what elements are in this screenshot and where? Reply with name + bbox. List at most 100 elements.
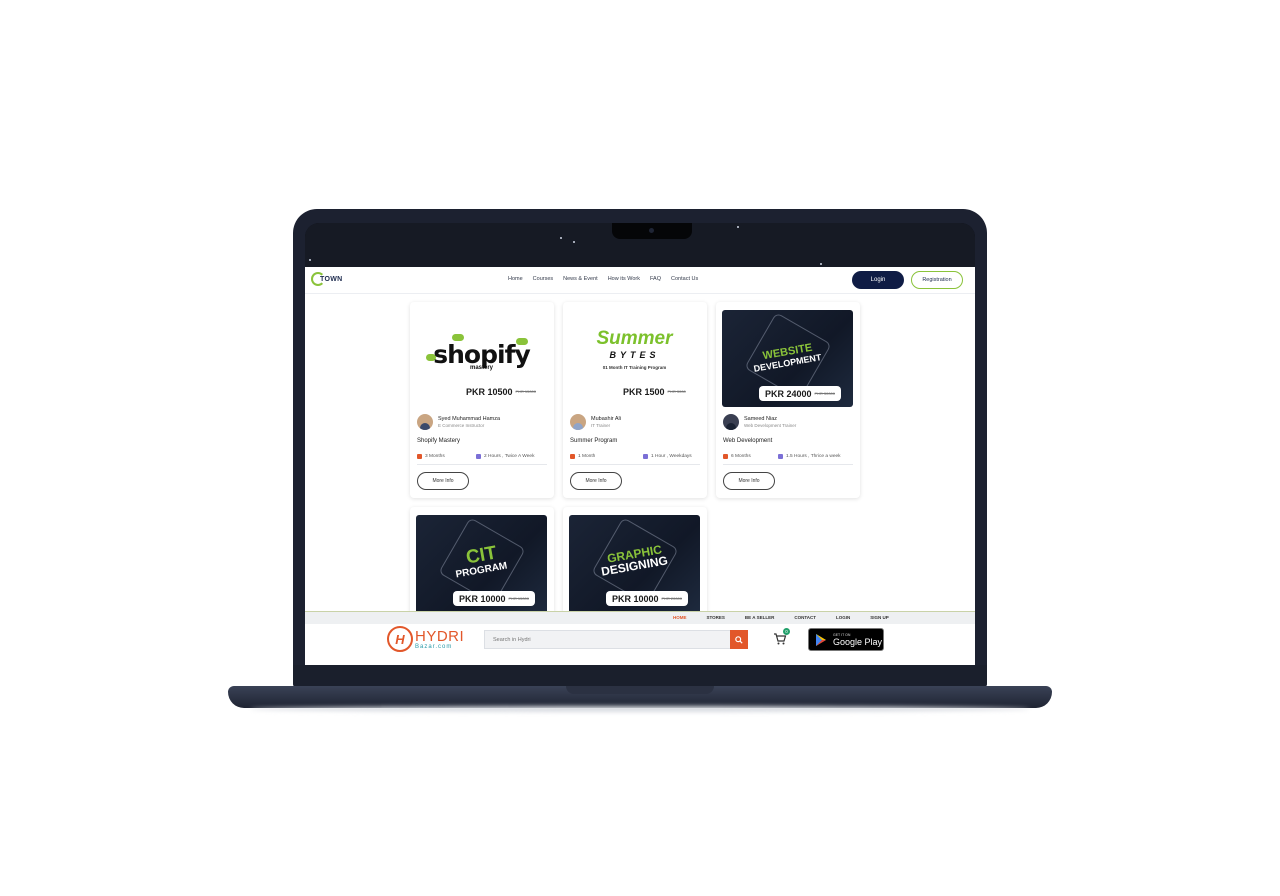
hydri-link-contact[interactable]: CONTACT [794,615,816,620]
avatar [723,414,739,430]
course-name: Shopify Mastery [417,438,461,444]
nav-link-faq[interactable]: FAQ [650,276,661,282]
instructor: Sameed Niaz Web Development Trainer [723,414,796,430]
instructor-name: Sameed Niaz [744,416,778,422]
nav-link-how-its-work[interactable]: How its Work [608,276,640,282]
nav-link-courses[interactable]: Courses [533,276,553,282]
duration: 1 Month [570,454,595,459]
cart-button[interactable]: 0 [773,628,790,646]
old-price: PKR 15000 [508,596,529,601]
divider [570,464,700,465]
nav-link-news-event[interactable]: News & Event [563,276,598,282]
avatar [570,414,586,430]
hydri-top-bar: HOME STORES BE A SELLER CONTACT LOGIN SI… [305,611,975,624]
more-info-button[interactable]: More Info [417,472,469,490]
google-play-badge[interactable]: GET IT ON Google Play [808,628,884,651]
more-info-button[interactable]: More Info [723,472,775,490]
instructor: Mubashir Ali IT Trainer [570,414,621,430]
banner-subtitle: BYTES [609,350,660,360]
price-tag: PKR 10500 PKR 15000 [460,384,542,399]
course-card-graphic-designing[interactable]: GRAPHIC DESIGNING PKR 10000 PKR 20000 [563,507,707,627]
avatar [417,414,433,430]
clock-icon [476,454,481,459]
course-card-shopify[interactable]: shopify mastery PKR 10500 PKR 15000 Syed… [410,302,554,498]
schedule-text: 1 Hour , Weekdays [651,454,692,459]
course-card-cit[interactable]: CIT PROGRAM PKR 10000 PKR 15000 [410,507,554,627]
course-card-web-development[interactable]: WEBSITE DEVELOPMENT PKR 24000 PKR 30000 … [716,302,860,498]
hydri-logo-icon: H [387,626,413,652]
hydri-logo[interactable]: H HYDRI Bazar.com [387,626,464,652]
price: PKR 10000 [612,593,659,604]
clock-icon [778,454,783,459]
hydri-link-sign-up[interactable]: SIGN UP [870,615,889,620]
old-price: PKR 3000 [667,389,686,394]
divider [417,464,547,465]
cart-count-badge: 0 [783,628,790,635]
banner-title: Summer [596,328,673,349]
calendar-icon [417,454,422,459]
hydri-header: H HYDRI Bazar.com Search in Hydri 0 GET … [305,624,975,665]
price-tag: PKR 10000 PKR 20000 [606,591,688,606]
nav-link-contact-us[interactable]: Contact Us [671,276,698,282]
website-screen: TOWN Home Courses News & Event How its W… [305,267,975,665]
hydri-logo-title: HYDRI [415,627,465,645]
course-banner: Summer BYTES 01 Month IT Training Progra… [569,310,700,407]
instructor-name: Syed Muhammad Hamza [438,416,501,422]
price: PKR 1500 [623,386,665,397]
duration-text: 3 Months [425,454,445,459]
hydri-link-home[interactable]: HOME [673,615,687,620]
laptop-screen: TOWN Home Courses News & Event How its W… [305,223,975,665]
course-name: Web Development [723,438,773,444]
calendar-icon [723,454,728,459]
divider [723,464,853,465]
search-button[interactable] [730,630,748,649]
course-name: Summer Program [570,438,618,444]
instructor-name: Mubashir Ali [591,416,621,422]
course-banner: GRAPHIC DESIGNING PKR 10000 PKR 20000 [569,515,700,614]
instructor-role: Web Development Trainer [744,423,797,428]
clock-icon [643,454,648,459]
registration-button[interactable]: Registration [911,271,963,289]
more-info-button[interactable]: More Info [570,472,622,490]
old-price: PKR 20000 [661,596,682,601]
instructor-role: IT Trainer [591,423,611,428]
login-button[interactable]: Login [852,271,904,289]
search-input[interactable] [485,635,735,644]
site-logo[interactable]: TOWN [311,272,342,286]
hydri-link-stores[interactable]: STORES [707,615,725,620]
instructor: Syed Muhammad Hamza E Commerce Instructo… [417,414,500,430]
laptop-lid: TOWN Home Courses News & Event How its W… [293,209,987,691]
laptop-shadow [250,706,1030,712]
duration-text: 1 Month [578,454,596,459]
old-price: PKR 15000 [515,389,536,394]
banner-caption: 01 Month IT Training Program [602,365,667,370]
schedule-text: 2 Hours , Twice A Week [484,454,535,459]
search-box [484,630,748,649]
nav-links: Home Courses News & Event How its Work F… [508,276,698,282]
course-banner: shopify mastery PKR 10500 PKR 15000 [416,310,547,407]
banner-subtitle: mastery [469,365,493,371]
hydri-link-be-a-seller[interactable]: BE A SELLER [745,615,774,620]
top-navigation: TOWN Home Courses News & Event How its W… [305,267,975,294]
schedule: 1.5 Hours , Thrice a week [778,454,841,459]
schedule: 2 Hours , Twice A Week [476,454,534,459]
hydri-links: HOME STORES BE A SELLER CONTACT LOGIN SI… [673,615,889,620]
duration-text: 6 Months [731,454,751,459]
google-play-icon [816,633,826,646]
laptop-base [228,686,1052,708]
hydri-link-login[interactable]: LOGIN [836,615,850,620]
price: PKR 24000 [765,388,812,399]
course-banner: CIT PROGRAM PKR 10000 PKR 15000 [416,515,547,614]
old-price: PKR 30000 [814,391,835,396]
instructor-role: E Commerce Instructor [438,423,485,428]
course-banner: WEBSITE DEVELOPMENT PKR 24000 PKR 30000 [722,310,853,407]
laptop-base-notch [566,686,714,694]
schedule: 1 Hour , Weekdays [643,454,692,459]
price-tag: PKR 24000 PKR 30000 [759,386,841,401]
course-card-summer[interactable]: Summer BYTES 01 Month IT Training Progra… [563,302,707,498]
camera-notch [612,223,692,239]
nav-link-home[interactable]: Home [508,276,523,282]
price: PKR 10500 [466,386,513,397]
logo-text: TOWN [320,275,343,283]
duration: 6 Months [723,454,751,459]
